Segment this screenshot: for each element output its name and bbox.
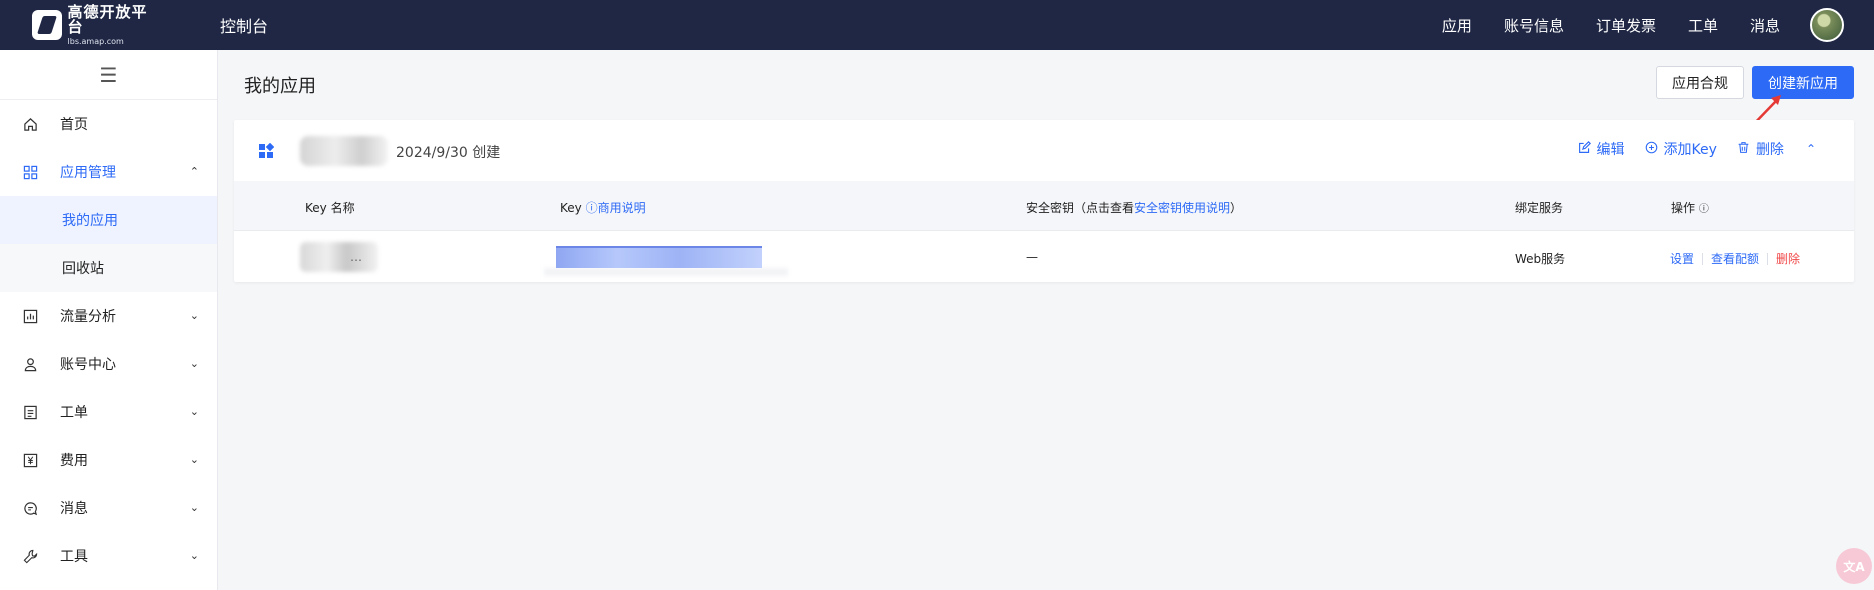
sidebar-item-account-center[interactable]: 账号中心 ⌄ — [0, 340, 217, 388]
key-settings-link[interactable]: 设置 — [1670, 250, 1694, 267]
key-name-redacted — [300, 242, 378, 272]
delete-app-button[interactable]: 删除 — [1737, 139, 1784, 159]
view-quota-link[interactable]: 查看配额 — [1711, 250, 1759, 267]
key-table-header: Key 名称 Key ⓘ商用说明 安全密钥（点击查看安全密钥使用说明） 绑定服务… — [234, 181, 1854, 231]
commercial-info-link[interactable]: ⓘ商用说明 — [586, 201, 646, 215]
sidebar-item-traffic-analysis[interactable]: 流量分析 ⌄ — [0, 292, 217, 340]
grid-icon — [22, 164, 38, 180]
sidebar-item-label: 应用管理 — [60, 165, 116, 181]
chevron-down-icon: ⌄ — [189, 501, 199, 514]
app-grid-icon — [259, 143, 274, 158]
edit-icon — [1578, 140, 1591, 158]
sidebar-subitem-my-apps[interactable]: 我的应用 — [0, 196, 217, 244]
chevron-up-icon[interactable]: ⌃ — [1806, 142, 1816, 156]
table-row: … — Web服务 设置 查看配额 删除 — [234, 232, 1854, 282]
topnav-invoices[interactable]: 订单发票 — [1596, 15, 1656, 36]
secret-value: — — [1026, 250, 1038, 264]
sidebar-item-tickets[interactable]: 工单 ⌄ — [0, 388, 217, 436]
app-name-redacted — [300, 136, 388, 166]
edit-app-button[interactable]: 编辑 — [1578, 139, 1625, 159]
sidebar-item-label: 工具 — [60, 549, 88, 565]
translate-icon[interactable]: 文A — [1836, 548, 1872, 584]
sidebar-subitem-recycle-bin[interactable]: 回收站 — [0, 244, 217, 292]
info-icon: ⓘ — [1698, 204, 1709, 215]
delete-key-link[interactable]: 删除 — [1776, 250, 1800, 267]
app-card-header: 2024/9/30 创建 编辑 添加Key 删除 ⌃ — [234, 120, 1854, 181]
sidebar-item-label: 消息 — [60, 501, 88, 517]
topnav-apps[interactable]: 应用 — [1442, 15, 1472, 36]
avatar[interactable] — [1810, 8, 1844, 42]
menu-icon[interactable]: ☰ — [0, 50, 217, 100]
column-key-name: Key 名称 — [305, 201, 355, 215]
sidebar-item-tools[interactable]: 工具 ⌄ — [0, 532, 217, 580]
logo-name: 高德开放平台 — [67, 2, 148, 36]
sidebar-item-label: 费用 — [60, 453, 88, 469]
help-circle-icon: ⓘ — [585, 201, 598, 215]
topnav-account[interactable]: 账号信息 — [1504, 15, 1564, 36]
plus-circle-icon — [1645, 141, 1658, 158]
sidebar-item-label: 账号中心 — [60, 357, 116, 373]
message-icon — [22, 500, 38, 516]
wrench-icon — [22, 548, 38, 564]
chevron-down-icon: ⌄ — [189, 549, 199, 562]
sidebar-item-billing[interactable]: 费用 ⌄ — [0, 436, 217, 484]
home-icon — [22, 116, 38, 132]
column-secret: 安全密钥（点击查看安全密钥使用说明） — [1026, 201, 1243, 215]
sidebar-item-label: 流量分析 — [60, 309, 116, 325]
chart-icon — [22, 308, 38, 324]
topnav-tickets[interactable]: 工单 — [1688, 15, 1718, 36]
top-nav: 应用 账号信息 订单发票 工单 消息 — [1410, 8, 1874, 42]
row-operations: 设置 查看配额 删除 — [1670, 250, 1800, 267]
chevron-down-icon: ⌄ — [189, 405, 199, 418]
key-value-redacted[interactable] — [556, 246, 762, 268]
chevron-down-icon: ⌄ — [189, 309, 199, 322]
page-title: 我的应用 — [244, 76, 316, 97]
console-title[interactable]: 控制台 — [220, 13, 268, 37]
trash-icon — [1737, 141, 1750, 158]
app-actions: 编辑 添加Key 删除 ⌃ — [1558, 139, 1816, 159]
amap-logo[interactable]: 高德开放平台 lbs.amap.com — [32, 2, 162, 46]
chevron-up-icon: ⌃ — [189, 165, 199, 178]
sidebar-item-label: 首页 — [60, 117, 88, 133]
sidebar-item-messages[interactable]: 消息 ⌄ — [0, 484, 217, 532]
chevron-down-icon: ⌄ — [189, 357, 199, 370]
user-icon — [22, 356, 38, 372]
sidebar: ☰ 首页 应用管理 ⌃ 我的应用 回收站 流量分析 ⌄ 账号中心 ⌄ 工单 ⌄ — [0, 50, 218, 590]
topnav-messages[interactable]: 消息 — [1750, 15, 1780, 36]
sidebar-item-app-management[interactable]: 应用管理 ⌃ — [0, 148, 217, 196]
app-created-date: 2024/9/30 创建 — [396, 145, 501, 161]
column-ops: 操作 ⓘ — [1671, 201, 1709, 215]
sidebar-item-home[interactable]: 首页 — [0, 100, 217, 148]
key-name-tail: … — [350, 250, 362, 264]
bound-service: Web服务 — [1515, 252, 1566, 266]
app-compliance-button[interactable]: 应用合规 — [1656, 66, 1744, 99]
yuan-icon — [22, 452, 38, 468]
logo-icon — [32, 10, 62, 40]
column-service: 绑定服务 — [1515, 201, 1564, 215]
secret-usage-link[interactable]: 安全密钥使用说明 — [1134, 201, 1230, 215]
app-card: 2024/9/30 创建 编辑 添加Key 删除 ⌃ Key 名称 Key ⓘ商… — [234, 120, 1854, 282]
logo-url: lbs.amap.com — [67, 36, 124, 46]
top-bar: 高德开放平台 lbs.amap.com 控制台 应用 账号信息 订单发票 工单 … — [0, 0, 1874, 50]
column-key: Key ⓘ商用说明 — [560, 201, 646, 215]
sidebar-item-label: 工单 — [60, 405, 88, 421]
chevron-down-icon: ⌄ — [189, 453, 199, 466]
ticket-icon — [22, 404, 38, 420]
add-key-button[interactable]: 添加Key — [1645, 139, 1717, 159]
